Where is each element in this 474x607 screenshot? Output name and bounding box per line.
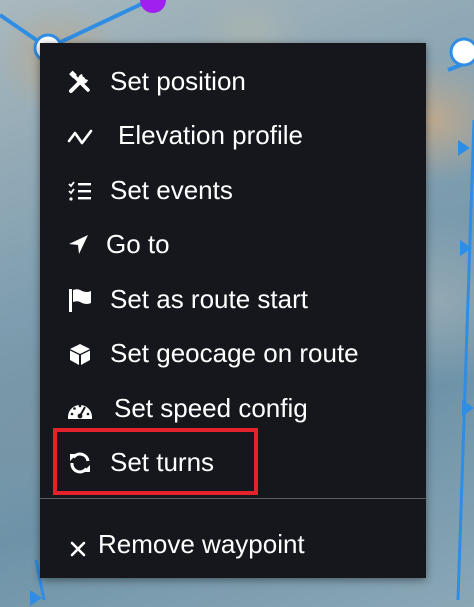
menu-item-set-geocage-on-route[interactable]: Set geocage on route — [40, 330, 426, 376]
menu-item-go-to[interactable]: Go to — [40, 221, 426, 267]
tools-icon — [67, 69, 93, 95]
menu-item-label: Go to — [106, 229, 170, 259]
speedometer-icon — [67, 396, 93, 422]
flag-icon — [67, 287, 93, 313]
highlight-box — [53, 428, 258, 495]
waypoint-marker[interactable] — [449, 37, 474, 67]
menu-divider — [40, 498, 426, 499]
menu-item-label: Set geocage on route — [110, 338, 359, 368]
menu-item-remove-waypoint[interactable]: Remove waypoint — [40, 521, 426, 567]
waypoint-marker-selected[interactable] — [140, 0, 166, 13]
direction-arrow-icon — [30, 590, 42, 606]
route-line — [0, 0, 151, 51]
route-line — [456, 119, 474, 601]
location-arrow-icon — [65, 232, 91, 258]
menu-item-set-position[interactable]: Set position — [40, 58, 426, 104]
menu-item-label: Set position — [110, 66, 246, 96]
menu-item-set-as-route-start[interactable]: Set as route start — [40, 276, 426, 322]
menu-item-label: Set events — [110, 175, 233, 205]
direction-arrow-icon — [462, 400, 474, 416]
menu-item-set-speed-config[interactable]: Set speed config — [40, 385, 426, 431]
close-icon — [65, 534, 91, 560]
menu-item-set-events[interactable]: Set events — [40, 167, 426, 213]
menu-item-label: Set as route start — [110, 284, 308, 314]
menu-item-label: Elevation profile — [118, 120, 303, 150]
cube-icon — [67, 341, 93, 367]
checklist-icon — [67, 178, 93, 204]
waypoint-context-menu: Set position Elevation profile Set event… — [40, 43, 426, 578]
elevation-profile-icon — [67, 123, 93, 149]
direction-arrow-icon — [458, 140, 470, 156]
menu-item-elevation-profile[interactable]: Elevation profile — [40, 112, 426, 158]
menu-item-label: Set speed config — [114, 393, 308, 423]
menu-item-label: Remove waypoint — [98, 529, 305, 559]
